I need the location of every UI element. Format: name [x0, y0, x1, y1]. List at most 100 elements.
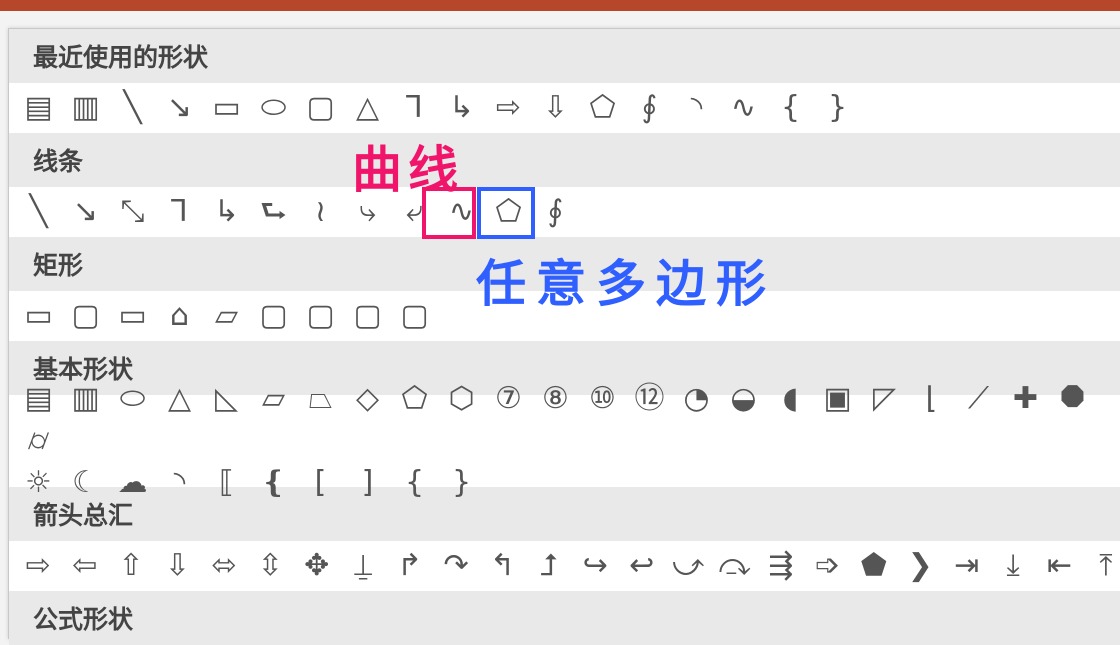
curved-connector-icon[interactable]: ≀ [297, 191, 344, 233]
textbox-icon[interactable]: ▤ [15, 378, 62, 420]
arrow-icon[interactable]: ↘ [62, 191, 109, 233]
heptagon-7-icon[interactable]: ⑦ [485, 378, 532, 420]
curved-left-arrow-icon[interactable]: ↩ [618, 545, 664, 587]
curved-down-arrow-icon[interactable]: ⤼ [711, 545, 757, 587]
snip-same-side-icon[interactable]: ⌂ [156, 295, 203, 337]
freeform-icon[interactable]: ⬠ [579, 87, 626, 129]
pie-icon[interactable]: ◔ [673, 378, 720, 420]
curved-right-arrow-icon[interactable]: ↪ [572, 545, 618, 587]
left-brace-icon[interactable]: { [767, 87, 814, 129]
dodecagon-12-icon[interactable]: ⑫ [626, 378, 673, 420]
plaque-icon[interactable]: ⯃ [1049, 378, 1096, 420]
shape-row: ▤ ▥ ⬭ △ ◺ ▱ ⏢ ◇ ⬠ ⬡ ⑦ ⑧ ⑩ ⑫ ◔ ◒ ◖ ▣ ◸ ⌊ ⟋ ✚ ⯃ ⌭ ☼ ☾ ☁ ◝ ⟦ ❴[]{} [9, 384, 1120, 498]
right-bracket-icon[interactable]: ] [344, 462, 391, 504]
chord-icon[interactable]: ◒ [720, 378, 767, 420]
parallelogram-icon[interactable]: ▱ [250, 378, 297, 420]
bent-up-arrow-icon[interactable]: ⮥ [526, 545, 572, 587]
half-frame-icon[interactable]: ◸ [861, 378, 908, 420]
pentagon-icon[interactable]: ⬠ [391, 378, 438, 420]
double-bracket-icon[interactable]: ⟦ [203, 462, 250, 504]
left-arrow-callout-icon[interactable]: ⇤ [1036, 545, 1082, 587]
left-brace-icon[interactable]: { [391, 462, 438, 504]
round-corner-icon[interactable]: ▢ [297, 295, 344, 337]
elbow-connector-icon[interactable]: ⅂ [391, 87, 438, 129]
snip-diagonal-icon[interactable]: ▱ [203, 295, 250, 337]
triangle-icon[interactable]: △ [344, 87, 391, 129]
l-shape-icon[interactable]: ⌊ [908, 378, 955, 420]
frame-icon[interactable]: ▣ [814, 378, 861, 420]
snip-corner-icon[interactable]: ▭ [109, 295, 156, 337]
arc-icon[interactable]: ◝ [156, 462, 203, 504]
cross-icon[interactable]: ✚ [1002, 378, 1049, 420]
rectangle-icon[interactable]: ▭ [15, 295, 62, 337]
oval-icon[interactable]: ⬭ [250, 87, 297, 129]
elbow-arrow-icon[interactable]: ↳ [203, 191, 250, 233]
down-arrow-callout-icon[interactable]: ⤓ [990, 545, 1036, 587]
right-arrow-icon[interactable]: ⇨ [485, 87, 532, 129]
down-arrow-icon[interactable]: ⇩ [532, 87, 579, 129]
right-arrow-icon[interactable]: ⇨ [15, 545, 61, 587]
down-arrow-icon[interactable]: ⇩ [154, 545, 200, 587]
scribble-icon[interactable]: ∮ [626, 87, 673, 129]
left-right-up-arrow-icon[interactable]: ⍊ [340, 545, 386, 587]
diamond-icon[interactable]: ◇ [344, 378, 391, 420]
section-header: 线条 [9, 133, 1120, 187]
vertical-textbox-icon[interactable]: ▥ [62, 378, 109, 420]
section-header: 公式形状 [9, 591, 1120, 645]
rounded-rectangle-icon[interactable]: ▢ [62, 295, 109, 337]
left-right-arrow-icon[interactable]: ⬄ [201, 545, 247, 587]
left-bracket-icon[interactable]: [ [297, 462, 344, 504]
diagonal-stripe-icon[interactable]: ⟋ [955, 378, 1002, 420]
left-arrow-icon[interactable]: ⇦ [61, 545, 107, 587]
quad-arrow-icon[interactable]: ✥ [294, 545, 340, 587]
right-triangle-icon[interactable]: ◺ [203, 378, 250, 420]
left-up-arrow-icon[interactable]: ↰ [479, 545, 525, 587]
bent-arrow-icon[interactable]: ↱ [386, 545, 432, 587]
shapes-gallery: 最近使用的形状 ▤ ▥ ╲ ↘ ▭ ⬭ ▢ △ ⅂ ↳ ⇨ ⇩ ⬠ ∮ ◝ ∿{} 线条 ╲ ↘ ⤡ ⅂ ↳ ⮑ ≀ ⤷ ⤶ ∿ ⬠ ∮ 矩… [8, 28, 1120, 645]
chevron-icon[interactable]: ❯ [897, 545, 943, 587]
double-brace-icon[interactable]: ❴ [250, 462, 297, 504]
oval-icon[interactable]: ⬭ [109, 378, 156, 420]
vertical-textbox-icon[interactable]: ▥ [62, 87, 109, 129]
right-arrow-callout-icon[interactable]: ⇥ [943, 545, 989, 587]
elbow-arrow-icon[interactable]: ↳ [438, 87, 485, 129]
hexagon-icon[interactable]: ⬡ [438, 378, 485, 420]
line-icon[interactable]: ╲ [15, 191, 62, 233]
teardrop-icon[interactable]: ◖ [767, 378, 814, 420]
can-icon[interactable]: ⌭ [15, 420, 62, 462]
right-brace-icon[interactable]: } [814, 87, 861, 129]
shape-row: ⇨ ⇦ ⇧ ⇩ ⬄ ⇳ ✥ ⍊ ↱ ↷ ↰ ⮥ ↪ ↩ ⤻ ⤼ ⇶ ➩ ⬟ ❯ ⇥ ⤓ ⇤ ⤒ [9, 541, 1120, 591]
freeform-annotation: 任意多边形 [476, 255, 776, 313]
curved-up-arrow-icon[interactable]: ⤻ [665, 545, 711, 587]
title-bar [0, 0, 1120, 11]
curve-icon[interactable]: ∿ [720, 87, 767, 129]
arc-icon[interactable]: ◝ [673, 87, 720, 129]
curve-annotation: 曲线 [352, 141, 464, 199]
triangle-icon[interactable]: △ [156, 378, 203, 420]
rounded-rectangle-icon[interactable]: ▢ [297, 87, 344, 129]
shape-row: ▤ ▥ ╲ ↘ ▭ ⬭ ▢ △ ⅂ ↳ ⇨ ⇩ ⬠ ∮ ◝ ∿{} [9, 83, 1120, 133]
notched-right-arrow-icon[interactable]: ➩ [804, 545, 850, 587]
round-same-side-icon[interactable]: ▢ [344, 295, 391, 337]
trapezoid-icon[interactable]: ⏢ [297, 378, 344, 420]
rectangle-icon[interactable]: ▭ [203, 87, 250, 129]
textbox-icon[interactable]: ▤ [15, 87, 62, 129]
round-diagonal-icon[interactable]: ▢ [391, 295, 438, 337]
line-icon[interactable]: ╲ [109, 87, 156, 129]
double-arrow-icon[interactable]: ⤡ [109, 191, 156, 233]
elbow-connector-icon[interactable]: ⅂ [156, 191, 203, 233]
pentagon-arrow-icon[interactable]: ⬟ [851, 545, 897, 587]
round-snip-icon[interactable]: ▢ [250, 295, 297, 337]
up-arrow-icon[interactable]: ⇧ [108, 545, 154, 587]
scribble-icon[interactable]: ∮ [532, 191, 579, 233]
up-arrow-callout-icon[interactable]: ⤒ [1083, 545, 1120, 587]
right-brace-icon[interactable]: } [438, 462, 485, 504]
octagon-8-icon[interactable]: ⑧ [532, 378, 579, 420]
striped-right-arrow-icon[interactable]: ⇶ [758, 545, 804, 587]
up-down-arrow-icon[interactable]: ⇳ [247, 545, 293, 587]
shape-row: ╲ ↘ ⤡ ⅂ ↳ ⮑ ≀ ⤷ ⤶ ∿ ⬠ ∮ [9, 187, 1120, 237]
u-turn-arrow-icon[interactable]: ↷ [433, 545, 479, 587]
elbow-double-arrow-icon[interactable]: ⮑ [250, 191, 297, 233]
arrow-icon[interactable]: ↘ [156, 87, 203, 129]
decagon-10-icon[interactable]: ⑩ [579, 378, 626, 420]
